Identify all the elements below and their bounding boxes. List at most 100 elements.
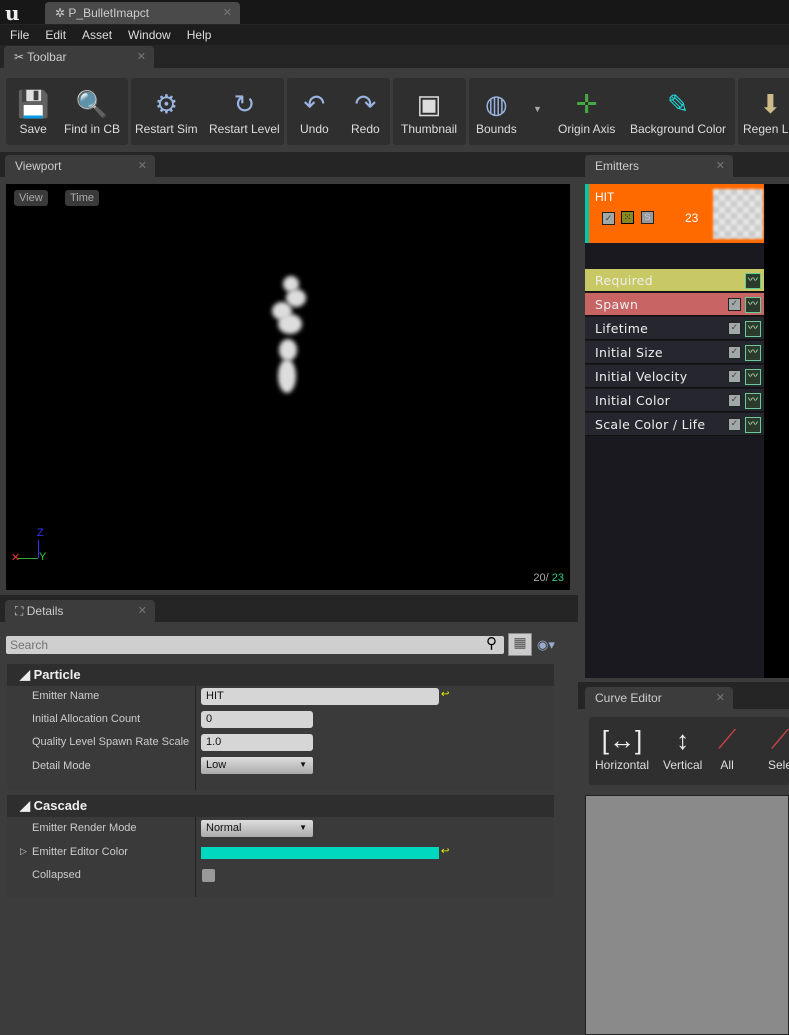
render-mode-icon[interactable]: ⁙ [621, 211, 634, 224]
particle-count-max: 23 [551, 572, 564, 584]
label: Background Color [630, 122, 727, 136]
curve-graph-icon[interactable]: 〰 [745, 321, 761, 337]
solo-button[interactable]: S [641, 211, 654, 224]
menu-window[interactable]: Window [128, 28, 171, 42]
collapsed-checkbox[interactable] [202, 869, 215, 882]
close-icon[interactable]: ✕ [138, 604, 147, 617]
module-scale-color-life[interactable]: Scale Color / Life ✓ 〰 [585, 413, 764, 436]
regen-lod-button[interactable]: ⬇ Regen LO [743, 86, 789, 137]
menu-asset[interactable]: Asset [82, 28, 112, 42]
material-thumbnail [713, 189, 763, 239]
axis-y-label: Y [39, 551, 47, 563]
module-enable-checkbox[interactable]: ✓ [728, 322, 741, 335]
fit-selected-button[interactable]: ⟋ Sele [768, 722, 789, 772]
detail-mode-dropdown[interactable]: Low [201, 757, 313, 774]
module-enable-checkbox[interactable]: ✓ [728, 418, 741, 431]
fit-all-icon: ⟋ [718, 724, 737, 754]
time-button[interactable]: Time [65, 190, 100, 206]
reset-to-default-icon[interactable]: ↩ [441, 846, 449, 857]
doc-tab[interactable]: ✲ P_BulletImapct ✕ [45, 2, 240, 24]
fit-horizontal-icon: [↔] [601, 724, 643, 755]
label: Save [19, 122, 47, 136]
curve-graph-icon[interactable]: 〰 [745, 345, 761, 361]
emitter-name-field[interactable]: HIT [201, 688, 439, 705]
close-icon[interactable]: ✕ [223, 6, 232, 19]
curve-editor-tab[interactable]: Curve Editor ✕ [585, 687, 733, 709]
curve-graph-icon[interactable]: 〰 [745, 273, 761, 289]
curve-graph-icon[interactable]: 〰 [745, 417, 761, 433]
module-enable-checkbox[interactable]: ✓ [728, 394, 741, 407]
module-spawn[interactable]: Spawn ✓ 〰 [585, 293, 764, 316]
module-label: Required [595, 273, 654, 288]
editor-color-swatch[interactable] [201, 847, 439, 859]
curve-graph-area[interactable] [585, 795, 789, 1035]
module-required[interactable]: Required 〰 [585, 269, 764, 292]
label: All [720, 758, 734, 772]
search-icon: ⚲ [486, 635, 497, 652]
emitter-name-label: Emitter Name [32, 690, 100, 702]
label: Horizontal [595, 758, 650, 772]
thumbnail-button[interactable]: ▣ Thumbnail [401, 86, 457, 137]
details-tab[interactable]: ⛶ Details ✕ [5, 600, 155, 622]
property-matrix-button[interactable]: ▦ [508, 633, 532, 656]
curve-graph-icon[interactable]: 〰 [745, 297, 761, 313]
module-lifetime[interactable]: Lifetime ✓ 〰 [585, 317, 764, 340]
close-icon[interactable]: ✕ [716, 159, 725, 172]
restart-sim-button[interactable]: ⚙ Restart Sim [135, 86, 198, 137]
background-color-button[interactable]: ✎ Background Color [630, 86, 727, 137]
redo-button[interactable]: ↷ Redo [351, 86, 380, 137]
origin-axis-button[interactable]: ✛ Origin Axis [558, 86, 615, 137]
module-initial-color[interactable]: Initial Color ✓ 〰 [585, 389, 764, 412]
alloc-count-spinbox[interactable]: 0 [201, 711, 313, 728]
bounds-dropdown-icon[interactable]: ▼ [533, 104, 542, 114]
eye-visibility-icon[interactable]: ◉▾ [537, 637, 555, 653]
viewport-tab[interactable]: Viewport ✕ [5, 155, 155, 177]
restart-level-button[interactable]: ↻ Restart Level [209, 86, 280, 137]
vertical-fit-button[interactable]: ↕ Vertical [663, 722, 702, 773]
bounds-icon: ◍ [485, 88, 508, 119]
fit-all-button[interactable]: ⟋ All [718, 722, 736, 772]
undo-button[interactable]: ↶ Undo [300, 86, 329, 137]
section-title: Cascade [33, 798, 88, 813]
viewport-canvas[interactable]: View Time Z ✕ Y 20/ 23 [6, 184, 570, 590]
module-enable-checkbox[interactable]: ✓ [728, 370, 741, 383]
menu-file[interactable]: File [10, 28, 29, 42]
details-search-input[interactable] [6, 636, 504, 654]
save-button[interactable]: 💾 Save [17, 86, 49, 137]
ue-logo: u [5, 1, 20, 25]
view-button[interactable]: View [14, 190, 48, 206]
gear-icon: ⚙ [154, 88, 178, 119]
regen-lod-icon: ⬇ [759, 88, 782, 119]
bounds-button[interactable]: ◍ Bounds [476, 86, 517, 137]
expand-arrow-icon[interactable]: ▷ [20, 846, 27, 857]
viewport-tab-label: Viewport [15, 159, 62, 173]
redo-icon: ↷ [354, 88, 377, 119]
close-icon[interactable]: ✕ [716, 691, 725, 704]
menu-help[interactable]: Help [187, 28, 212, 42]
particle-section-header[interactable]: ◢ Particle [7, 664, 554, 686]
module-initial-velocity[interactable]: Initial Velocity ✓ 〰 [585, 365, 764, 388]
horizontal-fit-button[interactable]: [↔] Horizontal [595, 722, 650, 773]
curve-graph-icon[interactable]: 〰 [745, 369, 761, 385]
emitter-header-hit[interactable]: HIT ✓ ⁙ S 23 [585, 184, 764, 243]
module-initial-size[interactable]: Initial Size ✓ 〰 [585, 341, 764, 364]
find-in-cb-button[interactable]: 🔍 Find in CB [64, 86, 120, 137]
module-enable-checkbox[interactable]: ✓ [728, 298, 741, 311]
menu-edit[interactable]: Edit [45, 28, 66, 42]
label: Regen LO [743, 122, 789, 136]
detail-mode-label: Detail Mode [32, 760, 91, 772]
cascade-section-header[interactable]: ◢ Cascade [7, 795, 554, 817]
particle-icon: ✲ [55, 6, 69, 20]
quality-scale-spinbox[interactable]: 1.0 [201, 734, 313, 751]
emitters-tab[interactable]: Emitters ✕ [585, 155, 733, 177]
reset-to-default-icon[interactable]: ↩ [441, 689, 449, 700]
curve-graph-icon[interactable]: 〰 [745, 393, 761, 409]
module-enable-checkbox[interactable]: ✓ [728, 346, 741, 359]
close-icon[interactable]: ✕ [137, 50, 146, 63]
particle [279, 339, 297, 361]
close-icon[interactable]: ✕ [138, 159, 147, 172]
render-mode-dropdown[interactable]: Normal [201, 820, 313, 837]
fit-vertical-icon: ↕ [676, 724, 690, 755]
toolbar-tab[interactable]: ✂ Toolbar ✕ [4, 46, 154, 68]
emitter-enable-checkbox[interactable]: ✓ [602, 212, 615, 225]
